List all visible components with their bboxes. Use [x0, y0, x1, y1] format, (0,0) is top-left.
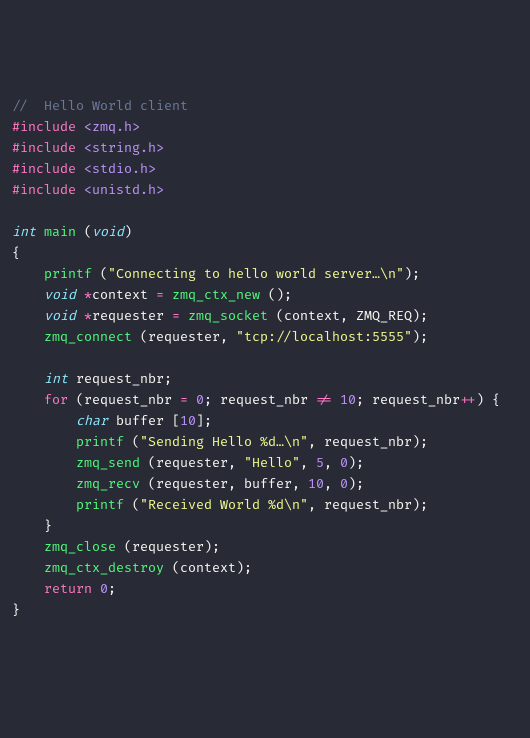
num-lit: 0 — [340, 455, 348, 471]
string-lit: "Received World %d\n" — [140, 497, 308, 513]
num-lit: 10 — [340, 392, 356, 408]
fn-zmq-ctx-destroy: zmq_ctx_destroy — [44, 560, 164, 576]
comment: // Hello World client — [12, 98, 188, 114]
type-void: void — [44, 287, 76, 303]
type-int: int — [12, 224, 36, 240]
kw-for: for — [44, 392, 68, 408]
num-lit: 10 — [308, 476, 324, 492]
paren: ) — [124, 224, 132, 240]
op-ne: != — [316, 392, 332, 408]
include-kw: #include — [12, 161, 76, 177]
op-star: * — [84, 287, 92, 303]
var-buffer: buffer — [116, 413, 164, 429]
var-requester: requester — [132, 539, 204, 555]
brace: } — [12, 602, 20, 618]
var-request-nbr: request_nbr — [84, 392, 172, 408]
fn-printf: printf — [44, 266, 92, 282]
var-context: context — [180, 560, 236, 576]
var-requester: requester — [156, 476, 228, 492]
num-lit: 0 — [196, 392, 204, 408]
var-request-nbr: request_nbr — [220, 392, 308, 408]
op-pp: ++ — [460, 392, 476, 408]
include-header: <string.h> — [84, 140, 164, 156]
string-lit: "Sending Hello %d…\n" — [140, 434, 308, 450]
paren: ( — [84, 224, 92, 240]
fn-zmq-recv: zmq_recv — [76, 476, 140, 492]
var-request-nbr: request_nbr — [76, 371, 164, 387]
brace: { — [492, 392, 500, 408]
op-star: * — [84, 308, 92, 324]
op-eq: = — [180, 392, 188, 408]
var-buffer: buffer — [244, 476, 292, 492]
type-int: int — [44, 371, 68, 387]
var-request-nbr: request_nbr — [372, 392, 460, 408]
op-eq: = — [172, 308, 180, 324]
fn-main: main — [44, 224, 76, 240]
kw-return: return — [44, 581, 92, 597]
fn-zmq-connect: zmq_connect — [44, 329, 132, 345]
var-requester: requester — [148, 329, 220, 345]
include-kw: #include — [12, 119, 76, 135]
string-lit: "Hello" — [244, 455, 300, 471]
include-header: <stdio.h> — [84, 161, 156, 177]
var-request-nbr: request_nbr — [324, 434, 412, 450]
num-lit: 10 — [180, 413, 196, 429]
num-lit: 0 — [340, 476, 348, 492]
type-char: char — [76, 413, 108, 429]
op-eq: = — [156, 287, 164, 303]
const-zmq-req: ZMQ_REQ — [356, 308, 412, 324]
include-header: <unistd.h> — [84, 182, 164, 198]
include-kw: #include — [12, 182, 76, 198]
include-kw: #include — [12, 140, 76, 156]
brace: } — [44, 518, 52, 534]
type-void: void — [44, 308, 76, 324]
num-lit: 0 — [100, 581, 108, 597]
fn-zmq-ctx-new: zmq_ctx_new — [172, 287, 260, 303]
fn-zmq-close: zmq_close — [44, 539, 116, 555]
fn-printf: printf — [76, 434, 124, 450]
var-requester: requester — [92, 308, 164, 324]
num-lit: 5 — [316, 455, 324, 471]
fn-printf: printf — [76, 497, 124, 513]
fn-zmq-socket: zmq_socket — [188, 308, 268, 324]
include-header: <zmq.h> — [84, 119, 140, 135]
string-lit: "Connecting to hello world server…\n" — [108, 266, 404, 282]
string-lit: "tcp://localhost:5555" — [236, 329, 412, 345]
var-context: context — [284, 308, 340, 324]
brace: { — [12, 245, 20, 261]
type-void: void — [92, 224, 124, 240]
var-requester: requester — [156, 455, 228, 471]
var-request-nbr: request_nbr — [324, 497, 412, 513]
fn-zmq-send: zmq_send — [76, 455, 140, 471]
var-context: context — [92, 287, 148, 303]
code-block: // Hello World client #include <zmq.h> #… — [12, 96, 518, 621]
